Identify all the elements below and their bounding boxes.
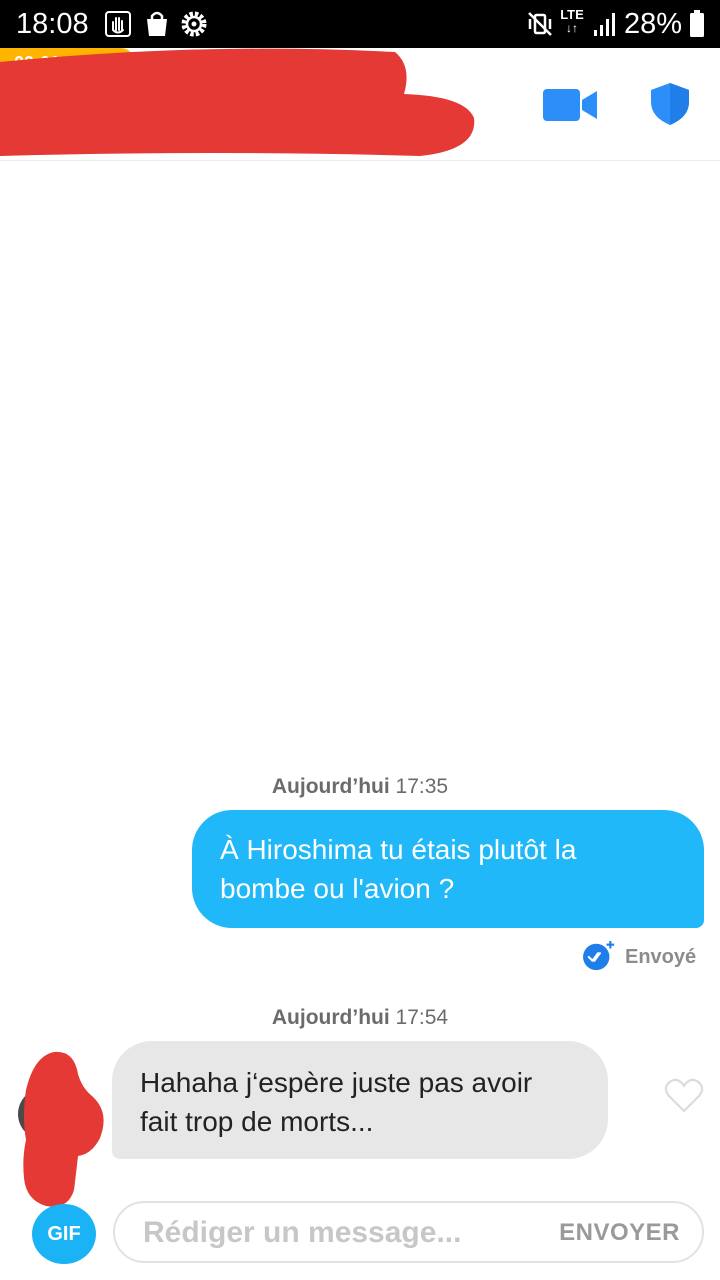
- signal-icon: [594, 13, 615, 36]
- hand-notification-icon: [105, 11, 131, 37]
- timestamp-day: Aujourd’hui: [271, 775, 390, 798]
- send-button[interactable]: ENVOYER: [559, 1218, 680, 1248]
- message-timestamp: Aujourd’hui 17:35: [0, 774, 720, 800]
- message-line: bombe ou l'avion ?: [220, 873, 455, 904]
- lte-data-icon: LTE ↓↑: [560, 7, 584, 35]
- gif-button[interactable]: GIF: [32, 1204, 96, 1264]
- sent-status-label: Envoyé: [625, 946, 697, 968]
- like-heart-icon[interactable]: [664, 1078, 704, 1114]
- sent-message-bubble[interactable]: À Hiroshima tu étais plutôt la bombe ou …: [192, 810, 704, 928]
- network-type-label: LTE: [560, 7, 584, 22]
- timestamp-day: Aujourd’hui: [271, 1006, 390, 1029]
- status-bar: 18:08 LTE ↓↑ 28%: [0, 0, 720, 48]
- message-line: fait trop de morts...: [140, 1106, 374, 1137]
- shopping-bag-icon: [147, 11, 167, 36]
- redacted-match-name: [0, 48, 475, 156]
- timestamp-time: 17:54: [395, 1006, 449, 1029]
- received-message-bubble[interactable]: Hahaha j‘espère juste pas avoir fait tro…: [112, 1041, 608, 1159]
- safety-shield-icon[interactable]: [650, 82, 690, 126]
- status-time: 18:08: [16, 8, 89, 40]
- message-line: À Hiroshima tu étais plutôt la: [220, 834, 577, 865]
- read-receipt-icon: [583, 940, 615, 971]
- message-line: Hahaha j‘espère juste pas avoir: [140, 1067, 533, 1098]
- video-call-icon[interactable]: [542, 88, 598, 122]
- message-composer: ENVOYER: [113, 1201, 704, 1263]
- battery-icon: [690, 10, 704, 37]
- chat-header: 00:01:0: [0, 48, 720, 161]
- message-timestamp: Aujourd’hui 17:54: [0, 1005, 720, 1031]
- battery-percent: 28%: [624, 8, 683, 40]
- message-input[interactable]: [143, 1213, 533, 1253]
- redacted-avatar[interactable]: [16, 1050, 108, 1210]
- settings-gear-icon: [181, 11, 207, 37]
- vibrate-mute-icon: [528, 12, 552, 36]
- timestamp-time: 17:35: [395, 775, 449, 798]
